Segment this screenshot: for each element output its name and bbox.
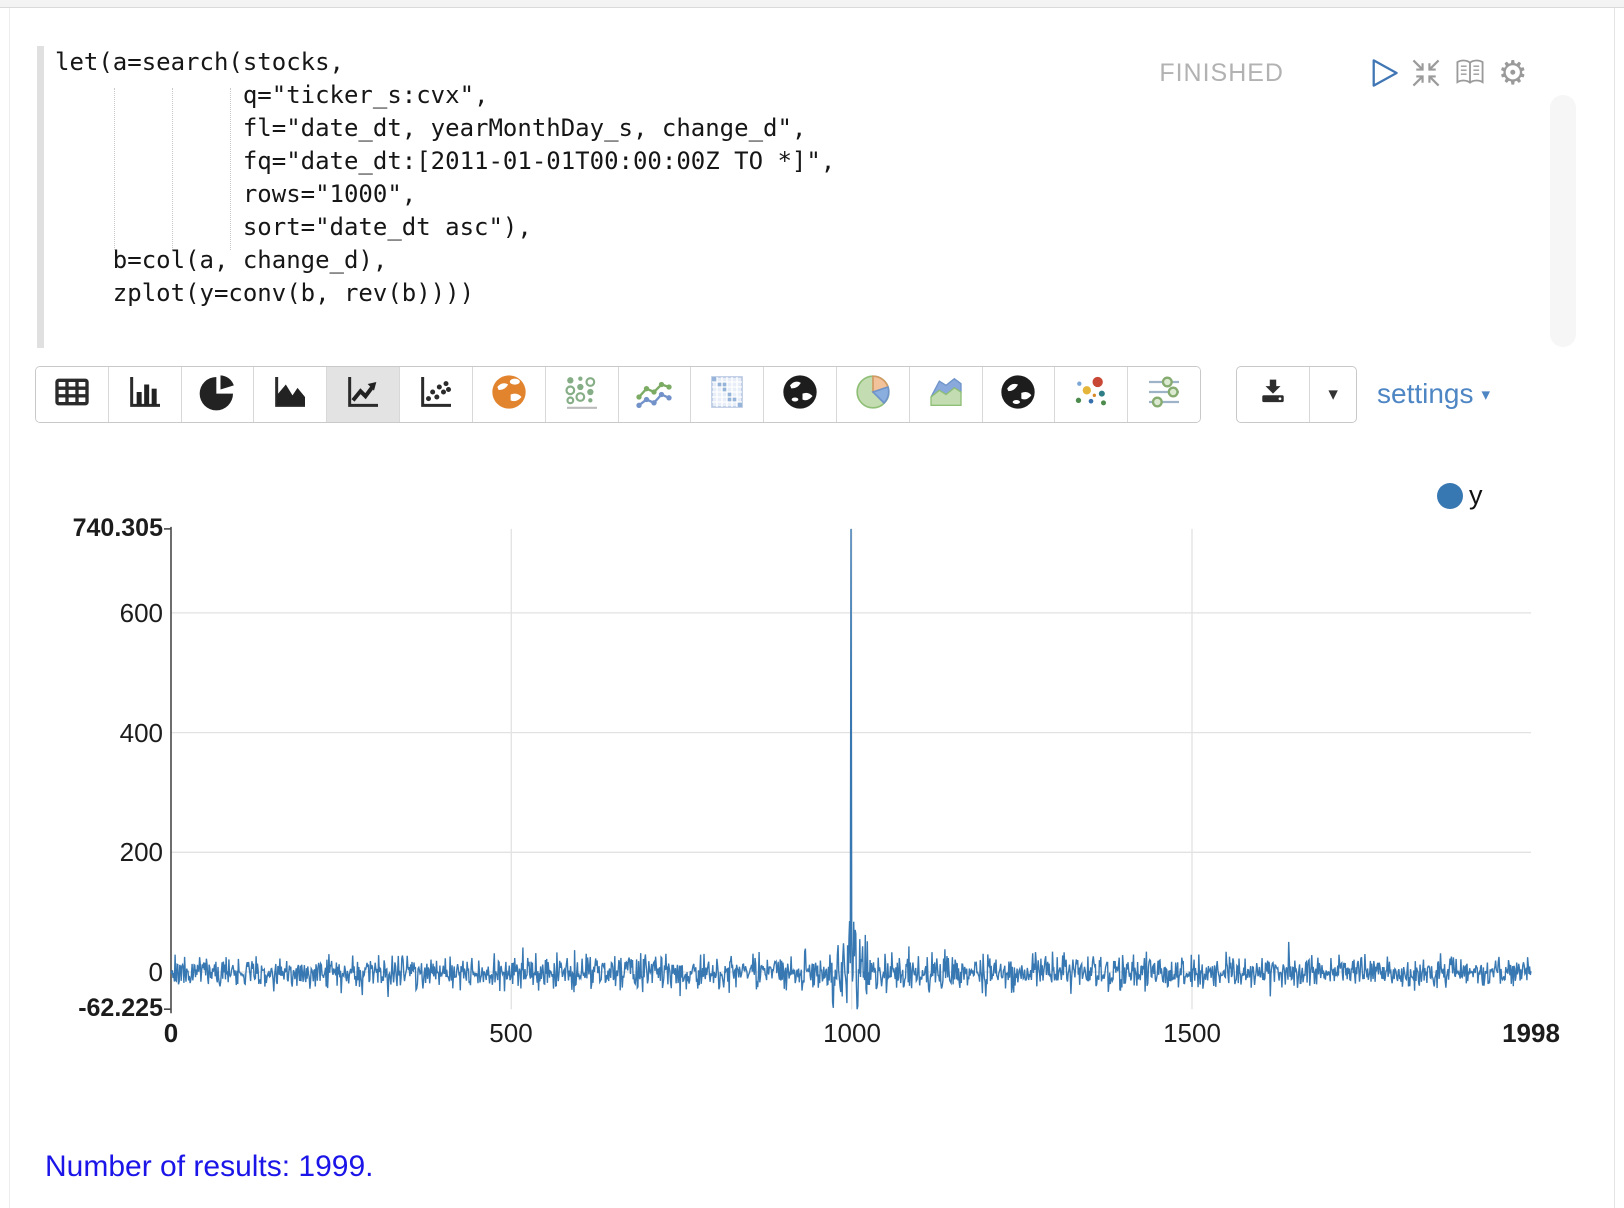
x-axis-tick-label: 0 <box>101 1018 241 1049</box>
y-axis-tick-label: 740.305 <box>31 514 163 543</box>
results-count-text: Number of results: 1999. <box>45 1150 374 1184</box>
x-axis-tick-label: 500 <box>441 1018 581 1049</box>
y-axis-tick-label: 600 <box>31 598 163 629</box>
y-axis-tick-label: 400 <box>31 718 163 749</box>
x-axis-tick-label: 1500 <box>1122 1018 1262 1049</box>
notebook-paragraph: let(a=search(stocks, q="ticker_s:cvx", f… <box>0 0 1624 1208</box>
x-axis-tick-label: 1000 <box>782 1018 922 1049</box>
x-axis-tick-label: 1998 <box>1461 1018 1601 1049</box>
y-axis-tick-label: 200 <box>31 837 163 868</box>
y-axis-tick-label: 0 <box>31 957 163 988</box>
